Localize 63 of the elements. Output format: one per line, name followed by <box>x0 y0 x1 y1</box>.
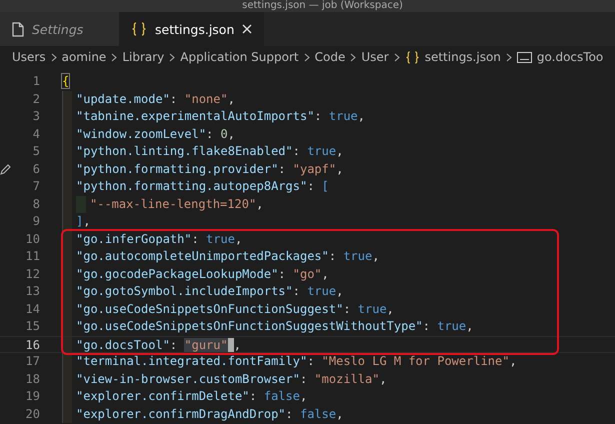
line-number: 19 <box>26 388 40 405</box>
file-icon <box>12 22 24 36</box>
breadcrumb-item[interactable]: aomine <box>62 50 106 64</box>
code-line: "go.useCodeSnippetsOnFunctionSuggest": true, <box>76 300 394 318</box>
line-number: 13 <box>26 283 40 300</box>
breadcrumb-item[interactable]: Library <box>122 50 164 64</box>
chevron-icon <box>506 52 512 62</box>
chevron-icon <box>350 52 356 62</box>
line-number: 12 <box>26 266 40 282</box>
code-line: ], <box>76 213 90 230</box>
code-line: "go.gocodePackageLookupMode": "go", <box>76 266 329 283</box>
code-line: "terminal.integrated.fontFamily": "Meslo LG M for Powerline", <box>76 353 517 370</box>
breadcrumb-item[interactable]: Code <box>314 50 346 64</box>
line-number: 11 <box>26 248 40 265</box>
code-line: "python.formatting.provider": "yapf", <box>76 160 344 178</box>
chevron-icon <box>169 52 176 62</box>
code-line: "view-in-browser.customBrowser": "mozilla", <box>76 370 387 388</box>
code-line: "go.docsTool": "guru" , <box>76 336 241 352</box>
line-number: 20 <box>26 406 40 422</box>
line-number: 5 <box>32 143 40 160</box>
line-number: 3 <box>32 108 40 125</box>
line-number: 10 <box>26 230 40 248</box>
line-number: 14 <box>26 300 40 318</box>
chevron-icon <box>394 52 400 62</box>
code-line: "go.autocompleteUnimportedPackages": true, <box>76 248 380 265</box>
code-line: "python.linting.flake8Enabled": true, <box>76 143 344 160</box>
code-line: "explorer.confirmDragAndDrop": false, <box>76 406 344 423</box>
breadcrumb-item[interactable]: User <box>361 50 389 64</box>
line-number: 2 <box>32 90 40 108</box>
editor-tab[interactable]: settings.json <box>119 12 264 46</box>
chevron-icon <box>111 52 118 62</box>
chevron-icon <box>304 52 310 62</box>
code-line: "explorer.confirmDelete": false, <box>76 388 308 405</box>
close-icon[interactable] <box>242 24 252 34</box>
code-line: "go.useCodeSnippetsOnFunctionSuggestWithoutType": true, <box>76 318 474 335</box>
line-number: 7 <box>32 178 40 195</box>
code-line: "window.zoomLevel": 0, <box>76 126 235 142</box>
code-line: "update.mode": "none", <box>76 90 235 108</box>
code-line: "go.gotoSymbol.includeImports": true, <box>76 283 344 300</box>
line-number: 9 <box>32 213 40 230</box>
line-number: 15 <box>26 318 40 335</box>
line-number: 4 <box>32 126 40 142</box>
line-number: 8 <box>32 196 40 212</box>
code-line: "go.inferGopath": true, <box>76 230 242 248</box>
breadcrumb-item[interactable]: Application Support <box>180 50 299 64</box>
breadcrumb-item[interactable]: settings.json <box>404 50 501 64</box>
braces-icon <box>404 50 420 64</box>
line-number: 1 <box>32 73 40 90</box>
braces-icon <box>131 22 147 36</box>
line-number: 16 <box>26 336 40 352</box>
breadcrumb-item[interactable]: Users <box>12 50 46 64</box>
editor-tab[interactable]: Settings <box>0 12 119 46</box>
line-number: 18 <box>26 370 40 388</box>
code-line: "python.formatting.autopep8Args": [ <box>76 178 329 195</box>
code-line: "--max-line-length=120", <box>90 196 264 213</box>
string-symbol-icon <box>516 52 532 62</box>
breadcrumb-item[interactable]: go.docsToo <box>516 50 604 64</box>
line-number: 17 <box>26 353 40 370</box>
chevron-icon <box>50 52 57 62</box>
line-number: 6 <box>32 160 40 178</box>
window-title: settings.json — job (Workspace) <box>242 0 403 12</box>
code-line: { <box>62 73 70 90</box>
code-line: "tabnine.experimentalAutoImports": true, <box>76 108 366 125</box>
